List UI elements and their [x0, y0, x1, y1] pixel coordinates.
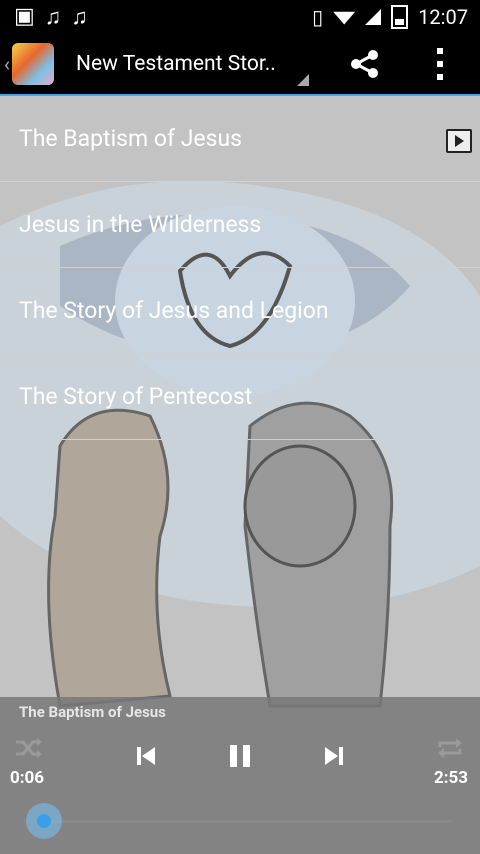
image-icon: ▣	[14, 4, 35, 29]
seek-thumb[interactable]	[26, 803, 62, 839]
previous-track-icon[interactable]	[135, 745, 157, 767]
list-item-title: The Baptism of Jesus	[19, 125, 243, 152]
list-item[interactable]: The Baptism of Jesus	[0, 96, 480, 182]
title-spinner[interactable]: New Testament Stor..	[76, 33, 311, 94]
spinner-indicator-icon	[297, 74, 310, 86]
app-icon[interactable]	[12, 42, 55, 85]
share-icon[interactable]	[348, 47, 382, 81]
list-item[interactable]: Jesus in the Wilderness	[0, 182, 480, 268]
next-track-icon[interactable]	[323, 745, 345, 767]
shuffle-icon[interactable]	[14, 737, 44, 759]
overflow-menu-icon[interactable]	[436, 48, 444, 80]
now-playing-icon	[446, 129, 472, 153]
action-bar: ‹ New Testament Stor..	[0, 33, 480, 97]
up-caret-icon[interactable]: ‹	[4, 52, 10, 76]
status-bar: ▣ ♫ ♫ ▯ 12:07	[0, 0, 480, 33]
wifi-icon	[333, 11, 356, 25]
now-playing-title: The Baptism of Jesus	[19, 703, 166, 721]
list-item-title: The Story of Pentecost	[19, 383, 253, 410]
list-item-title: The Story of Jesus and Legion	[19, 297, 329, 324]
pause-icon[interactable]	[228, 743, 252, 769]
playlist: The Baptism of Jesus Jesus in the Wilder…	[0, 96, 480, 440]
list-item[interactable]: The Story of Pentecost	[0, 354, 480, 440]
music-note-icon: ♫	[44, 4, 62, 30]
battery-icon	[391, 4, 409, 29]
system-icons: ▯ 12:07	[312, 4, 480, 29]
repeat-icon[interactable]	[436, 737, 464, 759]
current-time: 0:06	[10, 768, 45, 788]
list-item-title: Jesus in the Wilderness	[19, 211, 262, 238]
clock: 12:07	[418, 4, 468, 29]
player-panel: The Baptism of Jesus 0:06 2:53	[0, 697, 480, 854]
duration: 2:53	[433, 768, 468, 788]
app-title: New Testament Stor..	[76, 51, 276, 76]
vibrate-icon: ▯	[312, 4, 324, 29]
list-item[interactable]: The Story of Jesus and Legion	[0, 268, 480, 354]
music-note-icon: ♫	[71, 4, 88, 30]
seek-bar[interactable]	[44, 820, 452, 823]
signal-icon	[365, 8, 382, 25]
notification-icons: ▣ ♫ ♫	[0, 4, 88, 30]
